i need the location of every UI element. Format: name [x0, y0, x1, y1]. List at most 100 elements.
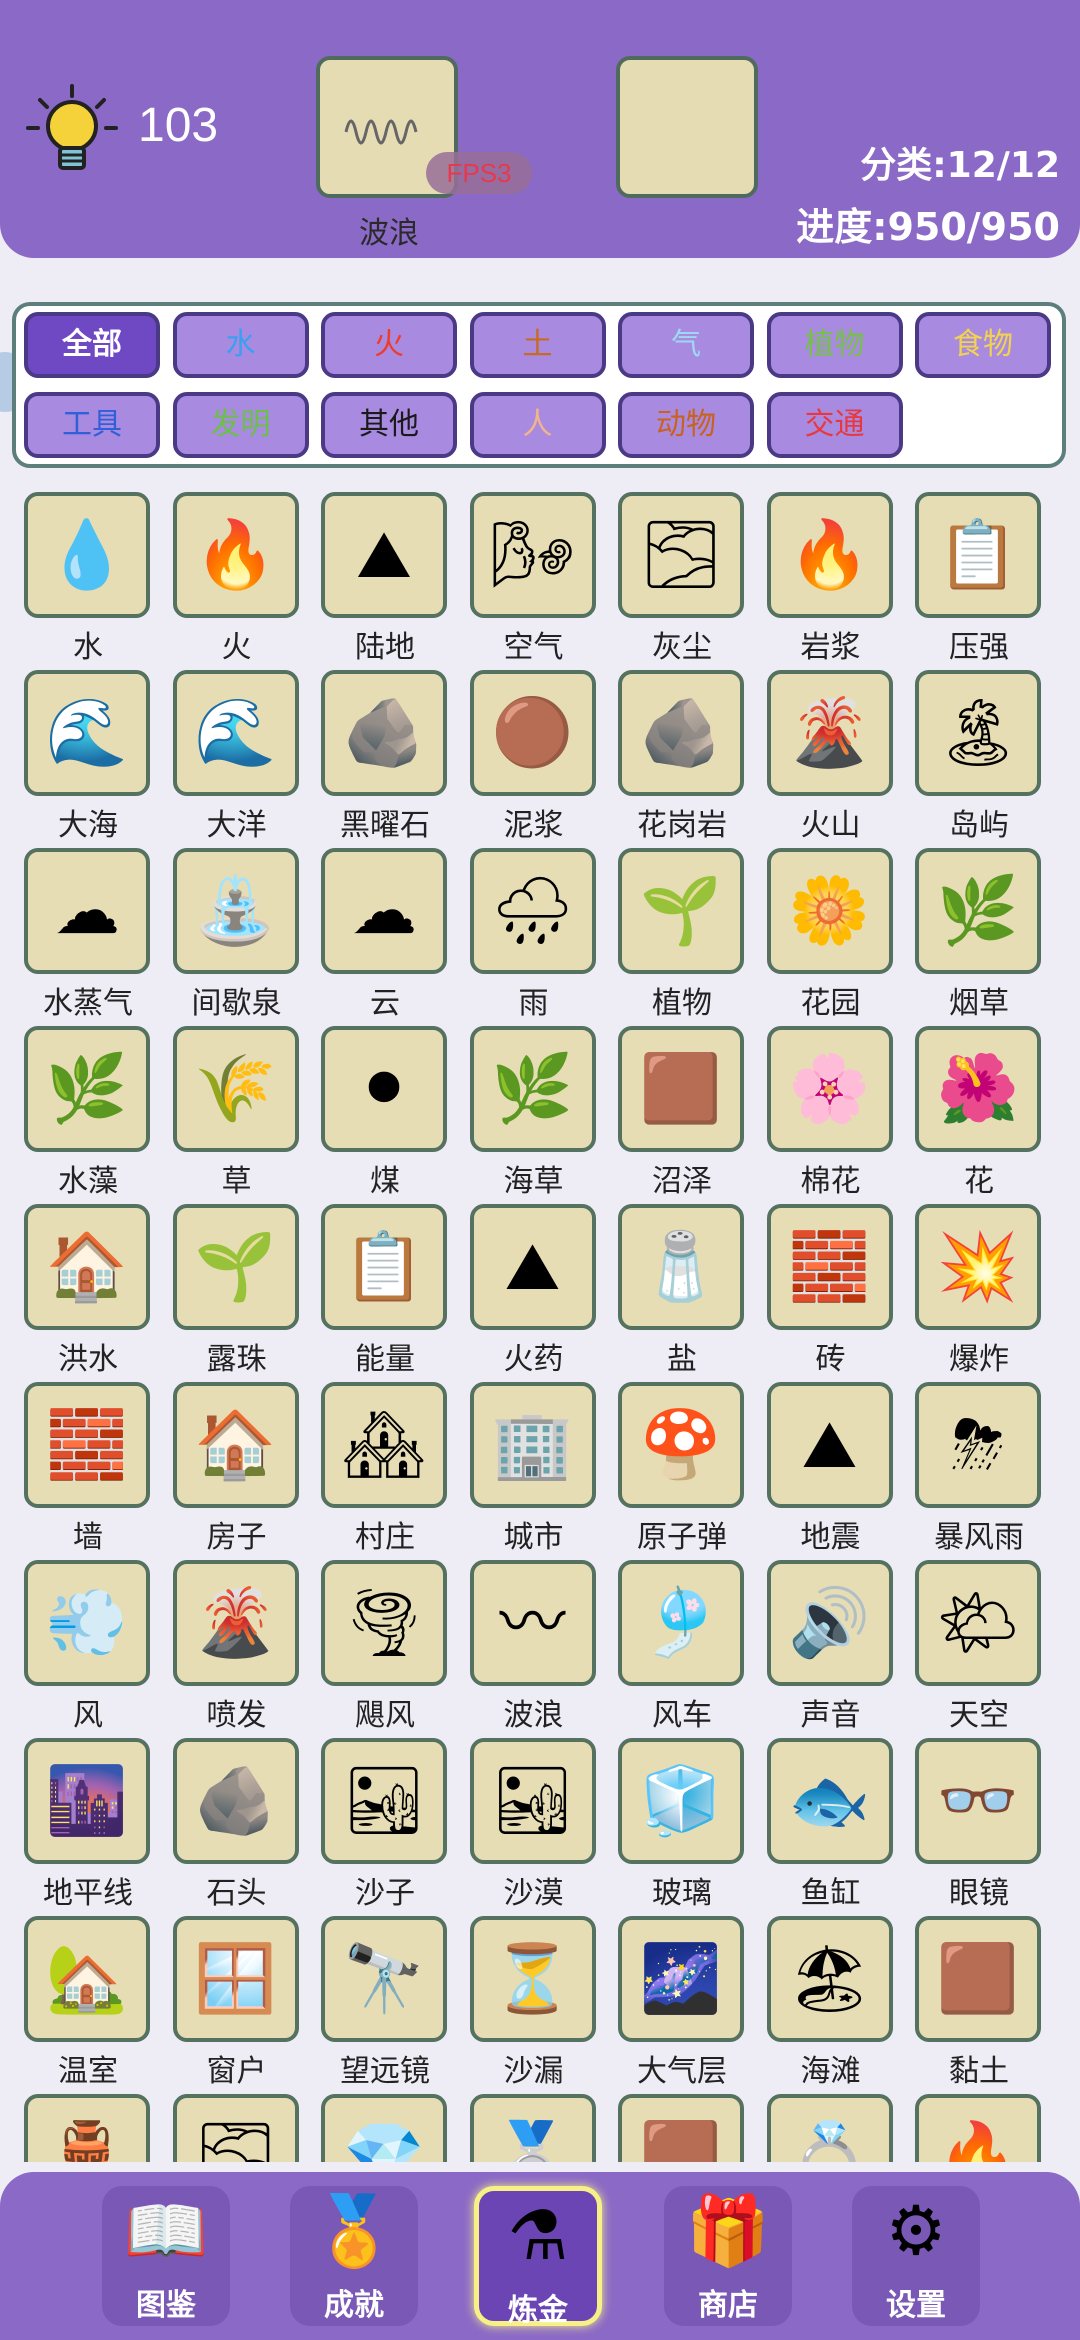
element-item[interactable]: 🟤 泥浆 — [460, 658, 608, 843]
element-item[interactable]: 🌿 水藻 — [14, 1014, 162, 1199]
element-item[interactable]: 🌸 棉花 — [757, 1014, 905, 1199]
element-item[interactable]: 🌿 海草 — [460, 1014, 608, 1199]
hint-bulb-icon[interactable] — [22, 82, 122, 182]
element-item[interactable]: 🌋 火山 — [757, 658, 905, 843]
element-item[interactable]: ⛰ 地震 — [757, 1370, 905, 1555]
filter-chip[interactable]: 气 — [618, 312, 754, 378]
element-item[interactable]: 🏜 沙漠 — [460, 1726, 608, 1911]
filter-chip[interactable]: 植物 — [766, 312, 903, 378]
nav-button[interactable]: 🎁 商店 — [664, 2186, 792, 2326]
element-item[interactable]: 🪟 窗户 — [163, 1904, 311, 2089]
element-item[interactable]: 🏜 沙子 — [311, 1726, 459, 1911]
element-item[interactable]: 👓 眼镜 — [905, 1726, 1053, 1911]
element-item[interactable]: 🔊 声音 — [757, 1548, 905, 1733]
element-item[interactable]: 🏡 温室 — [14, 1904, 162, 2089]
element-item[interactable]: ⛰ 陆地 — [311, 480, 459, 665]
element-item[interactable]: 🌋 喷发 — [163, 1548, 311, 1733]
element-item[interactable]: 🟫 沼泽 — [608, 1014, 756, 1199]
filter-chip[interactable]: 火 — [321, 312, 457, 378]
element-item[interactable]: 🌊 大海 — [14, 658, 162, 843]
hint-count: 103 — [138, 99, 219, 152]
combine-slot-2[interactable] — [616, 56, 758, 198]
element-item[interactable]: ☁ 云 — [311, 836, 459, 1021]
settings-gear-icon: ⚙ — [885, 2192, 947, 2271]
element-item[interactable]: 📋 压强 — [905, 480, 1053, 665]
element-item[interactable]: ⏳ 沙漏 — [460, 1904, 608, 2089]
element-item[interactable]: 🌤 天空 — [905, 1548, 1053, 1733]
filter-chip[interactable]: 其他 — [321, 392, 457, 458]
swamp-icon: 🟫 — [618, 1026, 744, 1152]
window-icon: 🪟 — [172, 1916, 299, 2042]
element-item[interactable]: 🧱 砖 — [757, 1192, 905, 1377]
element-item[interactable]: 🌬 空气 — [460, 480, 608, 665]
nav-button[interactable]: ⚗ 炼金 — [474, 2186, 602, 2328]
element-item[interactable]: 🏺 — [14, 2082, 162, 2162]
element-item[interactable]: 🌊 大洋 — [163, 658, 311, 843]
element-item[interactable]: ☁ 水蒸气 — [14, 836, 162, 1021]
element-item[interactable]: 🌾 草 — [163, 1014, 311, 1199]
progress-count: 进度:950/950 — [796, 205, 1060, 249]
element-item[interactable]: ⛰ 火药 — [460, 1192, 608, 1377]
element-item[interactable]: 🏝 岛屿 — [905, 658, 1053, 843]
element-item[interactable]: 🏠 洪水 — [14, 1192, 162, 1377]
filter-chip[interactable]: 全部 — [24, 312, 160, 378]
element-item[interactable]: 💨 风 — [14, 1548, 162, 1733]
element-item[interactable]: 🏖 海滩 — [757, 1904, 905, 2089]
element-item[interactable]: 💍 — [757, 2082, 905, 2162]
element-item[interactable]: 🐟 鱼缸 — [757, 1726, 905, 1911]
element-item[interactable]: 💧 水 — [14, 480, 162, 665]
element-item[interactable]: 🌿 烟草 — [905, 836, 1053, 1021]
element-item[interactable]: 🏘 村庄 — [311, 1370, 459, 1555]
element-item[interactable]: ⛲ 间歇泉 — [163, 836, 311, 1021]
fishbowl-icon: 🐟 — [766, 1738, 893, 1864]
dust-icon: 🌫 — [618, 492, 744, 618]
element-item[interactable]: 🌺 花 — [905, 1014, 1053, 1199]
nav-button[interactable]: 🏅 成就 — [290, 2186, 418, 2326]
element-item[interactable]: 🔥 — [905, 2082, 1053, 2162]
nav-button[interactable]: 📖 图鉴 — [102, 2186, 230, 2326]
filter-chip[interactable]: 动物 — [618, 392, 754, 458]
element-item[interactable]: 🟫 黏土 — [905, 1904, 1053, 2089]
element-item[interactable]: 💎 — [311, 2082, 459, 2162]
element-item[interactable]: 🌱 植物 — [608, 836, 756, 1021]
element-item[interactable]: 🥈 — [460, 2082, 608, 2162]
element-item[interactable]: 🔭 望远镜 — [311, 1904, 459, 2089]
element-item[interactable]: 🌧 雨 — [460, 836, 608, 1021]
filter-chip[interactable]: 工具 — [24, 392, 160, 458]
filter-chip[interactable]: 发明 — [172, 392, 309, 458]
filter-chip[interactable]: 食物 — [915, 312, 1051, 378]
element-item[interactable]: 💥 爆炸 — [905, 1192, 1053, 1377]
nav-label: 炼金 — [508, 2293, 568, 2328]
filter-chip[interactable]: 水 — [172, 312, 309, 378]
element-item[interactable]: 🌫 灰尘 — [608, 480, 756, 665]
element-item[interactable]: 🌆 地平线 — [14, 1726, 162, 1911]
filter-chip[interactable]: 人 — [469, 392, 606, 458]
element-item[interactable]: 🪨 黑曜石 — [311, 658, 459, 843]
element-item[interactable]: 🪨 石头 — [163, 1726, 311, 1911]
sky-icon: 🌤 — [915, 1560, 1041, 1686]
element-item[interactable]: 🌫 — [163, 2082, 311, 2162]
element-item[interactable]: 🌼 花园 — [757, 836, 905, 1021]
element-item[interactable]: 🔥 火 — [163, 480, 311, 665]
nav-button[interactable]: ⚙ 设置 — [852, 2186, 980, 2326]
element-item[interactable]: 🌪 飓风 — [311, 1548, 459, 1733]
element-item[interactable]: 🟫 — [608, 2082, 756, 2162]
element-item[interactable]: 🏠 房子 — [163, 1370, 311, 1555]
element-item[interactable]: 🎐 风车 — [608, 1548, 756, 1733]
element-item[interactable]: 🧂 盐 — [608, 1192, 756, 1377]
element-item[interactable]: 🌱 露珠 — [163, 1192, 311, 1377]
element-item[interactable]: ⚫ 煤 — [311, 1014, 459, 1199]
element-item[interactable]: 🌌 大气层 — [608, 1904, 756, 2089]
element-item[interactable]: 📋 能量 — [311, 1192, 459, 1377]
element-item[interactable]: 🪨 花岗岩 — [608, 658, 756, 843]
element-item[interactable]: 🧱 墙 — [14, 1370, 162, 1555]
element-grid[interactable]: 💧 水 🔥 火 ⛰ 陆地 🌬 空气 🌫 灰尘 🔥 岩浆 📋 压强 🌊 大海 🌊 大洋 🪨 黑曜石 🟤 泥浆 🪨 花岗岩 🌋 火山 🏝… — [0, 480, 1080, 2162]
element-item[interactable]: 🍄 原子弹 — [608, 1370, 756, 1555]
element-item[interactable]: 〰波浪 — [460, 1548, 608, 1733]
element-item[interactable]: ⛈ 暴风雨 — [905, 1370, 1053, 1555]
filter-chip[interactable]: 交通 — [766, 392, 903, 458]
element-item[interactable]: 🔥 岩浆 — [757, 480, 905, 665]
element-item[interactable]: 🏢 城市 — [460, 1370, 608, 1555]
filter-chip[interactable]: 土 — [469, 312, 606, 378]
element-item[interactable]: 🧊 玻璃 — [608, 1726, 756, 1911]
